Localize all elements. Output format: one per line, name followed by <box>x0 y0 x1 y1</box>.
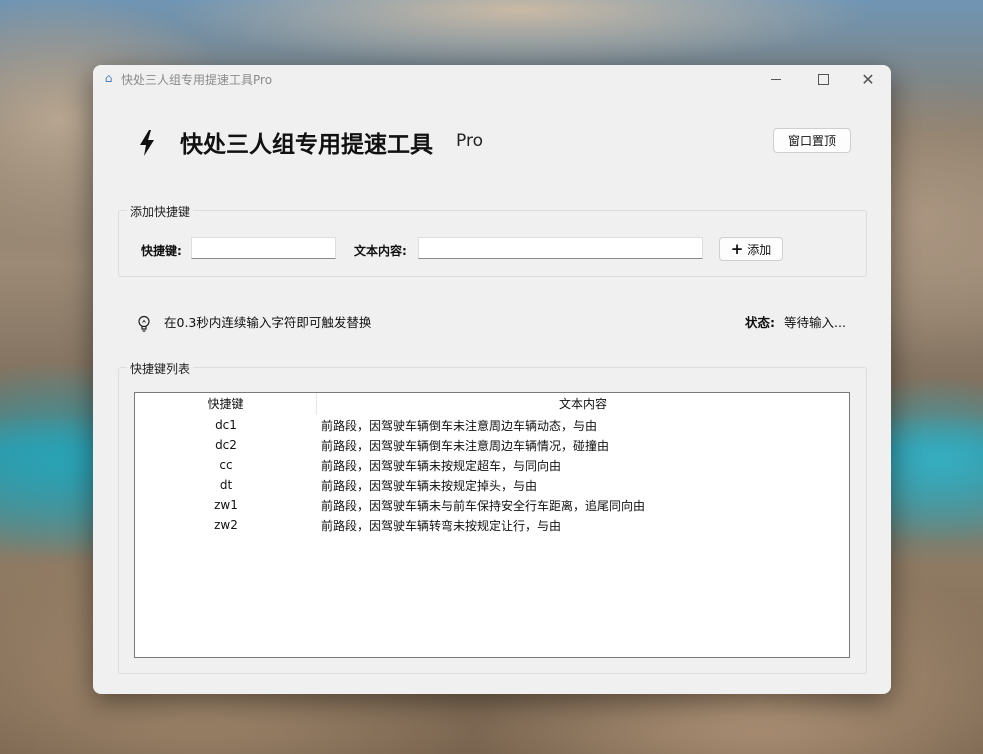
row-key: zw1 <box>214 498 238 512</box>
minimize-icon <box>771 79 781 80</box>
shortcut-key-input[interactable] <box>191 237 336 259</box>
table-row[interactable]: dt 前路段，因驾驶车辆未按规定掉头，与由 <box>135 475 849 495</box>
table-row[interactable]: dc1 前路段，因驾驶车辆倒车未注意周边车辆动态，与由 <box>135 415 849 435</box>
trigger-hint: 在0.3秒内连续输入字符即可触发替换 <box>164 315 372 330</box>
row-key: zw2 <box>214 518 238 532</box>
maximize-button[interactable] <box>800 65 846 94</box>
table-row[interactable]: dc2 前路段，因驾驶车辆倒车未注意周边车辆情况，碰撞由 <box>135 435 849 455</box>
close-button[interactable]: ✕ <box>845 65 891 94</box>
app-title: 快处三人组专用提速工具 <box>180 132 433 158</box>
shortcut-list-group-label: 快捷键列表 <box>127 360 194 377</box>
add-shortcut-group-label: 添加快捷键 <box>127 203 194 220</box>
maximize-icon <box>817 74 829 85</box>
add-button[interactable]: + 添加 <box>719 237 783 261</box>
row-text: 前路段，因驾驶车辆未与前车保持安全行车距离，追尾同向由 <box>321 498 646 513</box>
text-content-input[interactable] <box>418 237 703 259</box>
row-text: 前路段，因驾驶车辆未按规定超车，与同向由 <box>321 458 562 473</box>
table-row[interactable]: zw1 前路段，因驾驶车辆未与前车保持安全行车距离，追尾同向由 <box>135 495 849 515</box>
close-icon: ✕ <box>861 69 875 89</box>
row-text: 前路段，因驾驶车辆未按规定掉头，与由 <box>321 478 538 493</box>
plus-icon: + <box>730 239 744 258</box>
app-icon: ⌂ <box>104 71 113 85</box>
status-value: 等待输入... <box>784 315 846 330</box>
table-row[interactable]: zw2 前路段，因驾驶车辆转弯未按规定让行，与由 <box>135 515 849 535</box>
text-content-label: 文本内容: <box>354 244 407 258</box>
status-label: 状态: <box>745 315 775 330</box>
pin-window-button[interactable]: 窗口置顶 <box>773 128 851 153</box>
table-row[interactable]: cc 前路段，因驾驶车辆未按规定超车，与同向由 <box>135 455 849 475</box>
row-text: 前路段，因驾驶车辆转弯未按规定让行，与由 <box>321 518 562 533</box>
column-header-key[interactable]: 快捷键 <box>135 393 317 415</box>
column-header-text[interactable]: 文本内容 <box>317 393 849 415</box>
row-text: 前路段，因驾驶车辆倒车未注意周边车辆动态，与由 <box>321 418 598 433</box>
row-key: dt <box>219 478 233 492</box>
minimize-button[interactable] <box>753 65 799 94</box>
lightbulb-icon <box>138 315 150 332</box>
shortcut-key-label: 快捷键: <box>141 244 182 258</box>
row-text: 前路段，因驾驶车辆倒车未注意周边车辆情况，碰撞由 <box>321 438 610 453</box>
app-window: ⌂ 快处三人组专用提速工具Pro ✕ 快处三人组专用提速工具 Pro 窗口置顶 … <box>93 65 891 694</box>
table-header: 快捷键 文本内容 <box>135 393 849 415</box>
app-title-suffix: Pro <box>456 131 483 151</box>
shortcut-table[interactable]: 快捷键 文本内容 dc1 前路段，因驾驶车辆倒车未注意周边车辆动态，与由 dc2… <box>134 392 850 658</box>
add-button-label: 添加 <box>747 242 772 257</box>
row-key: dc2 <box>215 438 237 452</box>
row-key: dc1 <box>215 418 237 432</box>
title-bar[interactable]: ⌂ 快处三人组专用提速工具Pro ✕ <box>93 65 891 94</box>
row-key: cc <box>219 458 233 472</box>
lightning-bolt-icon <box>140 130 154 156</box>
window-title: 快处三人组专用提速工具Pro <box>121 73 273 87</box>
